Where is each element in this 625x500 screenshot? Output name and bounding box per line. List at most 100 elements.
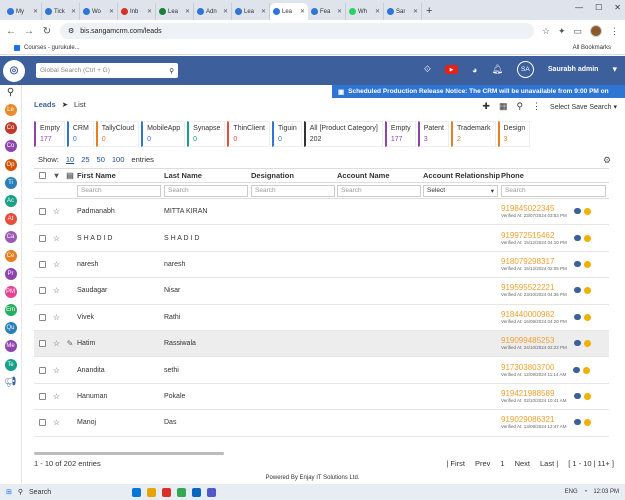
page-size-50[interactable]: 50 — [97, 155, 105, 164]
cell-last-name[interactable]: S H A D I D — [164, 235, 251, 242]
favorite-star-icon[interactable]: ☆ — [50, 366, 63, 375]
table-row[interactable]: ☆ S H A D I D S H A D I D 919972515462 V… — [34, 225, 609, 252]
module-pr-icon[interactable]: Pr — [4, 267, 17, 280]
category-tab[interactable]: MobileApp 0 — [141, 121, 186, 147]
tab-close-icon[interactable]: ✕ — [71, 8, 76, 15]
whatsapp-icon[interactable] — [583, 419, 591, 427]
site-info-icon[interactable]: ⚙ — [68, 27, 74, 35]
module-at-icon[interactable]: At — [4, 213, 17, 226]
module-ce-icon[interactable]: Ce — [4, 249, 17, 262]
browser-tab[interactable]: Lea ✕ — [270, 3, 308, 20]
forward-icon[interactable]: → — [24, 26, 34, 37]
whatsapp-icon[interactable] — [583, 392, 591, 400]
chat-icon[interactable] — [573, 208, 581, 215]
maximize-icon[interactable]: ☐ — [595, 3, 602, 12]
category-tab[interactable]: Empty 177 — [34, 121, 65, 147]
app-logo[interactable]: ◎ — [3, 59, 25, 82]
sidebar-icon[interactable]: ▭ — [573, 26, 582, 37]
phone-number[interactable]: 917303803700 — [501, 363, 566, 372]
module-em-icon[interactable]: Em — [4, 304, 17, 317]
cell-first-name[interactable]: Hanuman — [77, 393, 164, 400]
module-search-icon[interactable]: ⚲ — [7, 87, 14, 98]
add-icon[interactable]: ✚ — [482, 101, 490, 112]
browser-tab[interactable]: Inb ✕ — [118, 3, 156, 20]
phone-number[interactable]: 919029086321 — [501, 416, 567, 424]
tab-close-icon[interactable]: ✕ — [185, 8, 190, 15]
phone-number[interactable]: 919972515462 — [501, 231, 567, 240]
help-icon[interactable]: ◕ — [472, 65, 477, 75]
filter-icon[interactable]: ⚲ — [516, 101, 523, 112]
edit-pencil-icon[interactable]: ✎ — [63, 339, 77, 348]
page-size-10[interactable]: 10 — [66, 155, 74, 164]
whatsapp-icon[interactable] — [583, 260, 591, 268]
more-icon[interactable]: ⋮ — [532, 101, 541, 112]
browser-tab[interactable]: Sar ✕ — [384, 3, 422, 20]
column-settings-icon[interactable]: ⚙ — [603, 155, 611, 166]
cell-first-name[interactable]: S H A D I D — [77, 235, 164, 242]
category-tab[interactable]: TallyCloud 0 — [95, 121, 140, 147]
filter-phone[interactable]: Search — [501, 184, 606, 197]
cell-last-name[interactable]: naresh — [164, 261, 251, 268]
tab-close-icon[interactable]: ✕ — [33, 8, 38, 15]
tab-close-icon[interactable]: ✕ — [147, 8, 152, 15]
cell-first-name[interactable]: Anandita — [77, 367, 164, 374]
row-checkbox[interactable] — [38, 287, 46, 295]
cell-first-name[interactable]: Manoj — [77, 419, 164, 426]
youtube-icon[interactable]: ▶ — [445, 65, 459, 74]
extensions-icon[interactable]: ✦ — [558, 26, 566, 37]
taskbar-app-icon[interactable] — [117, 488, 126, 497]
browser-tab[interactable]: Wh ✕ — [346, 3, 384, 20]
category-tab[interactable]: Patent 3 — [417, 121, 449, 147]
file-explorer-icon[interactable] — [132, 487, 142, 497]
header-account-name[interactable]: Account Name — [337, 171, 423, 180]
row-checkbox[interactable] — [38, 340, 46, 348]
row-checkbox[interactable] — [38, 419, 46, 427]
wifi-icon[interactable]: ◔ — [584, 489, 588, 495]
notification-bell-icon[interactable]: 🔔︎ — [491, 64, 502, 75]
row-checkbox[interactable] — [38, 260, 46, 268]
row-checkbox[interactable] — [38, 313, 46, 321]
browser-tab[interactable]: My ✕ — [4, 3, 42, 20]
teams-icon[interactable] — [207, 487, 217, 497]
favorite-star-icon[interactable]: ☆ — [50, 313, 63, 322]
table-row[interactable]: ☆ Saudagar Nisar 919595522221 Verified A… — [34, 278, 609, 305]
browser-tab[interactable]: Fea ✕ — [308, 3, 346, 20]
header-last-name[interactable]: Last Name — [164, 171, 251, 180]
category-tab[interactable]: Synapse 0 — [187, 121, 226, 147]
new-tab-icon[interactable]: + — [426, 5, 432, 17]
whatsapp-icon[interactable] — [583, 234, 591, 242]
favorite-star-icon[interactable]: ☆ — [50, 339, 63, 348]
chat-icon[interactable] — [573, 287, 581, 294]
tab-close-icon[interactable]: ✕ — [337, 8, 342, 15]
page-size-25[interactable]: 25 — [81, 155, 89, 164]
cell-last-name[interactable]: MITTA KIRAN — [164, 208, 251, 215]
favorite-star-icon[interactable]: ☆ — [50, 234, 63, 243]
profile-avatar[interactable] — [590, 25, 602, 37]
cell-first-name[interactable]: Padmanabh — [77, 208, 164, 215]
browser-tab[interactable]: Lea ✕ — [232, 3, 270, 20]
chat-icon[interactable] — [573, 340, 581, 347]
category-tab[interactable]: Trademark 2 — [450, 121, 496, 147]
row-checkbox[interactable] — [38, 392, 46, 400]
table-row[interactable]: ☆ Manoj Das 919029086321 Verified At: 13… — [34, 410, 609, 437]
header-phone[interactable]: Phone — [501, 171, 609, 180]
browser-tab[interactable]: Lea ✕ — [156, 3, 194, 20]
menu-icon[interactable]: ⋮ — [610, 26, 619, 37]
cell-first-name[interactable]: naresh — [77, 261, 164, 268]
row-checkbox[interactable] — [38, 234, 46, 242]
page-range[interactable]: [ 1 - 10 | 11+ ] — [568, 459, 614, 468]
cell-first-name[interactable]: Vivek — [77, 314, 164, 321]
search-icon[interactable]: ⚲ — [169, 67, 174, 75]
next-page-link[interactable]: Next — [515, 459, 530, 468]
global-search-input[interactable]: Global Search (Ctrl + G) ⚲ — [36, 63, 178, 78]
phone-number[interactable]: 919421988589 — [501, 389, 567, 398]
phone-number[interactable]: 918440000982 — [501, 310, 567, 319]
close-icon[interactable]: ✕ — [614, 3, 621, 12]
cell-first-name[interactable]: Saudagar — [77, 287, 164, 294]
module-te-icon[interactable]: Te — [4, 358, 17, 371]
module-co-icon[interactable]: Co — [4, 122, 17, 135]
breadcrumb-module[interactable]: Leads — [34, 100, 56, 109]
language-indicator[interactable]: ENG — [565, 489, 578, 495]
filter-designation[interactable]: Search — [251, 184, 335, 197]
chrome-icon[interactable] — [177, 487, 187, 497]
